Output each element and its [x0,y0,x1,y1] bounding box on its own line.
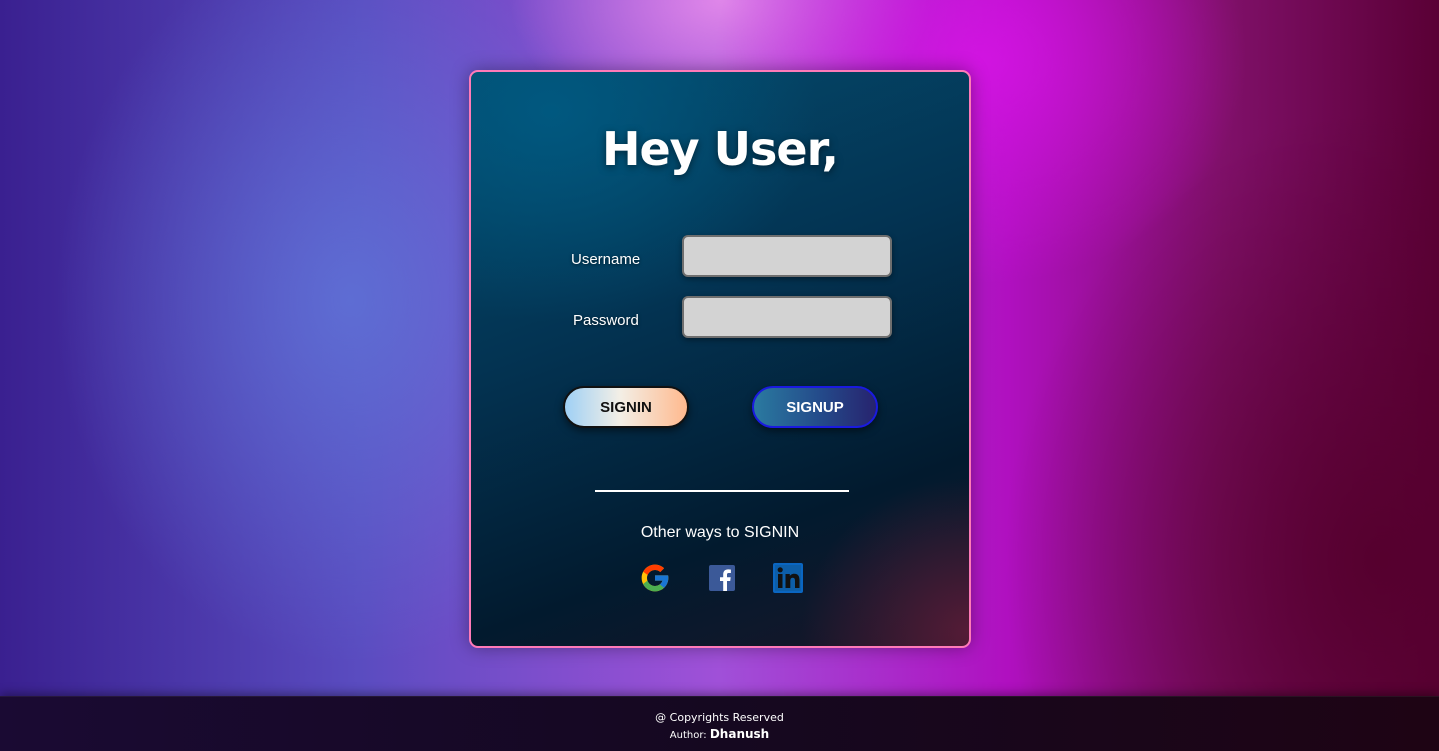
login-card: Hey User, Username Password SIGNIN SIGNU… [469,70,971,648]
signin-button[interactable]: SIGNIN [563,386,689,428]
author-name: Dhanush [709,727,770,741]
author-label: Author: [669,730,707,741]
other-ways-text: Other ways to SIGNIN [640,524,800,541]
facebook-icon[interactable] [706,562,738,594]
author-line: Author: Dhanush [0,727,1439,741]
divider [595,490,849,492]
username-label: Username [571,251,641,268]
linkedin-icon[interactable] [772,562,804,594]
copyright-text: @ Copyrights Reserved [655,711,784,724]
page-title: Hey User, [601,122,839,176]
password-label: Password [573,312,639,329]
signup-button[interactable]: SIGNUP [752,386,878,428]
footer: @ Copyrights Reserved Author: Dhanush [0,696,1439,751]
username-input[interactable] [682,235,892,277]
password-input[interactable] [682,296,892,338]
google-icon[interactable] [639,562,671,594]
